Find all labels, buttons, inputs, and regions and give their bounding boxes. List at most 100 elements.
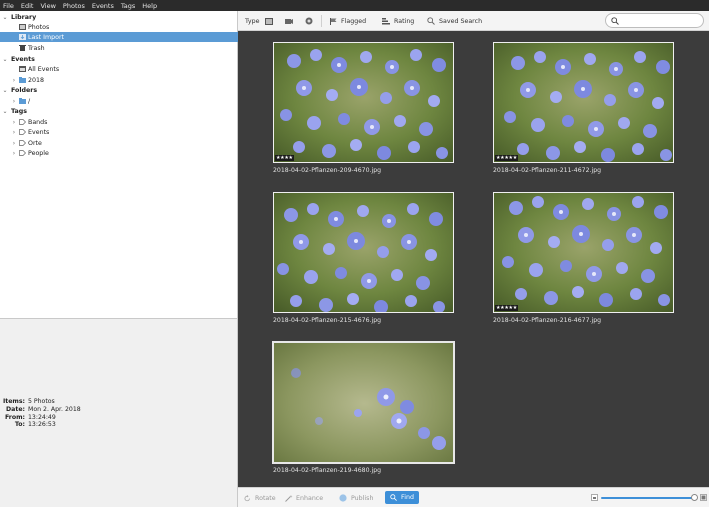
chevron-down-icon[interactable]: ⌄ bbox=[1, 108, 9, 115]
photo-image bbox=[494, 193, 673, 312]
sidebar-item-tag-bands[interactable]: › Bands bbox=[0, 117, 238, 127]
sidebar-item-tag-people[interactable]: › People bbox=[0, 148, 238, 158]
sidebar-item-label: / bbox=[28, 97, 31, 105]
info-label: Date: bbox=[6, 406, 25, 413]
saved-search-label: Saved Search bbox=[439, 17, 483, 25]
chevron-right-icon[interactable]: › bbox=[10, 119, 18, 126]
sidebar-item-label: Orte bbox=[28, 139, 42, 147]
photo-caption: 2018-04-02-Pflanzen-219-4680.jpg bbox=[273, 467, 382, 474]
sidebar-item-tag-orte[interactable]: › Orte bbox=[0, 138, 238, 148]
enhance-icon bbox=[285, 494, 293, 502]
sidebar-header-label: Tags bbox=[11, 107, 27, 115]
chevron-right-icon[interactable]: › bbox=[10, 129, 18, 136]
tag-icon bbox=[19, 150, 26, 156]
sidebar-item-label: Trash bbox=[28, 44, 45, 52]
search-field[interactable] bbox=[605, 13, 704, 28]
sidebar-item-photos[interactable]: Photos bbox=[0, 22, 238, 32]
photo-thumbnail[interactable]: ★★★★★ bbox=[493, 192, 674, 313]
enhance-label: Enhance bbox=[296, 494, 324, 502]
info-panel: Items: 5 Photos Date: Mon 2. Apr. 2018 F… bbox=[0, 318, 238, 507]
photo-thumbnail-selected[interactable] bbox=[272, 341, 455, 464]
photo-thumbnail[interactable]: ★★★★★ bbox=[493, 42, 674, 163]
video-type-icon bbox=[285, 18, 293, 24]
sidebar-item-label: Last Import bbox=[28, 33, 65, 41]
info-value: Mon 2. Apr. 2018 bbox=[28, 406, 81, 413]
sidebar-header-folders[interactable]: ⌄ Folders bbox=[0, 85, 238, 95]
tag-icon bbox=[19, 119, 26, 125]
enhance-button[interactable]: Enhance bbox=[285, 488, 323, 507]
photo-thumbnail[interactable]: ★★★★ bbox=[273, 42, 454, 163]
photo-type-icon bbox=[265, 17, 273, 25]
zoom-slider[interactable] bbox=[601, 497, 694, 499]
menu-tags[interactable]: Tags bbox=[121, 2, 135, 10]
menu-edit[interactable]: Edit bbox=[21, 2, 34, 10]
sidebar-header-label: Library bbox=[11, 13, 37, 21]
chevron-down-icon[interactable]: ⌄ bbox=[1, 14, 9, 21]
toolbar: Type Flagged Rating Saved Search bbox=[238, 11, 709, 31]
search-icon bbox=[390, 494, 397, 501]
zoom-out-icon[interactable] bbox=[591, 494, 598, 501]
chevron-right-icon[interactable]: › bbox=[10, 140, 18, 147]
rating-badge: ★★★★ bbox=[275, 155, 294, 161]
chevron-down-icon[interactable]: ⌄ bbox=[1, 87, 9, 94]
info-from: From: 13:24:49 bbox=[0, 414, 56, 421]
publish-button[interactable]: Publish bbox=[339, 488, 373, 507]
sidebar-item-label: Bands bbox=[28, 118, 48, 126]
search-icon bbox=[611, 17, 619, 25]
info-label: From: bbox=[4, 414, 25, 421]
flagged-label: Flagged bbox=[341, 17, 367, 25]
sidebar-item-last-import[interactable]: Last Import bbox=[0, 32, 238, 42]
sidebar-item-all-events[interactable]: All Events bbox=[0, 64, 238, 74]
search-icon bbox=[427, 17, 435, 25]
sidebar-header-events[interactable]: ⌄ Events bbox=[0, 54, 238, 64]
saved-search-filter[interactable]: Saved Search bbox=[427, 11, 482, 31]
menubar: File Edit View Photos Events Tags Help bbox=[0, 0, 709, 11]
info-label: Items: bbox=[2, 398, 25, 405]
publish-label: Publish bbox=[351, 494, 374, 502]
video-type-button[interactable] bbox=[285, 11, 293, 31]
menu-view[interactable]: View bbox=[40, 2, 55, 10]
chevron-right-icon[interactable]: › bbox=[10, 98, 18, 105]
chevron-right-icon[interactable]: › bbox=[10, 77, 18, 84]
menu-file[interactable]: File bbox=[3, 2, 14, 10]
raw-type-button[interactable] bbox=[305, 11, 313, 31]
menu-photos[interactable]: Photos bbox=[63, 2, 85, 10]
sidebar-item-2018[interactable]: › 2018 bbox=[0, 75, 238, 85]
flagged-filter[interactable]: Flagged bbox=[330, 11, 366, 31]
info-items: Items: 5 Photos bbox=[0, 398, 55, 405]
sidebar-item-trash[interactable]: Trash bbox=[0, 43, 238, 53]
photo-thumbnail[interactable] bbox=[273, 192, 454, 313]
sidebar-header-tags[interactable]: ⌄ Tags bbox=[0, 106, 238, 116]
toolbar-separator bbox=[321, 15, 322, 27]
sidebar-item-label: Photos bbox=[28, 23, 50, 31]
info-label: To: bbox=[14, 421, 25, 428]
sidebar-header-label: Events bbox=[11, 55, 35, 63]
chevron-down-icon[interactable]: ⌄ bbox=[1, 56, 9, 63]
sidebar-item-label: 2018 bbox=[28, 76, 45, 84]
menu-events[interactable]: Events bbox=[92, 2, 114, 10]
raw-type-icon bbox=[305, 17, 313, 25]
photo-image bbox=[274, 43, 453, 162]
tag-icon bbox=[19, 129, 26, 135]
zoom-in-icon[interactable] bbox=[700, 494, 707, 501]
photos-icon bbox=[19, 24, 26, 30]
sidebar-item-tag-events[interactable]: › Events bbox=[0, 127, 238, 137]
rating-filter[interactable]: Rating bbox=[382, 11, 414, 31]
sidebar-header-library[interactable]: ⌄ Library bbox=[0, 12, 238, 22]
import-icon bbox=[19, 34, 26, 40]
find-button[interactable]: Find bbox=[385, 491, 419, 504]
info-value: 13:26:53 bbox=[28, 421, 56, 428]
photo-type-button[interactable] bbox=[265, 11, 273, 31]
zoom-slider-handle[interactable] bbox=[691, 494, 698, 501]
bottom-toolbar: Rotate Enhance Publish Find bbox=[238, 487, 709, 507]
search-input[interactable] bbox=[621, 16, 701, 26]
chevron-right-icon[interactable]: › bbox=[10, 150, 18, 157]
menu-help[interactable]: Help bbox=[142, 2, 157, 10]
type-filter-label: Type bbox=[245, 11, 259, 31]
rating-badge: ★★★★★ bbox=[495, 305, 518, 311]
events-icon bbox=[19, 66, 26, 72]
rating-badge: ★★★★★ bbox=[495, 155, 518, 161]
photo-caption: 2018-04-02-Pflanzen-215-4676.jpg bbox=[273, 317, 382, 324]
rotate-button[interactable]: Rotate bbox=[244, 488, 276, 507]
sidebar-item-root-folder[interactable]: › / bbox=[0, 96, 238, 106]
